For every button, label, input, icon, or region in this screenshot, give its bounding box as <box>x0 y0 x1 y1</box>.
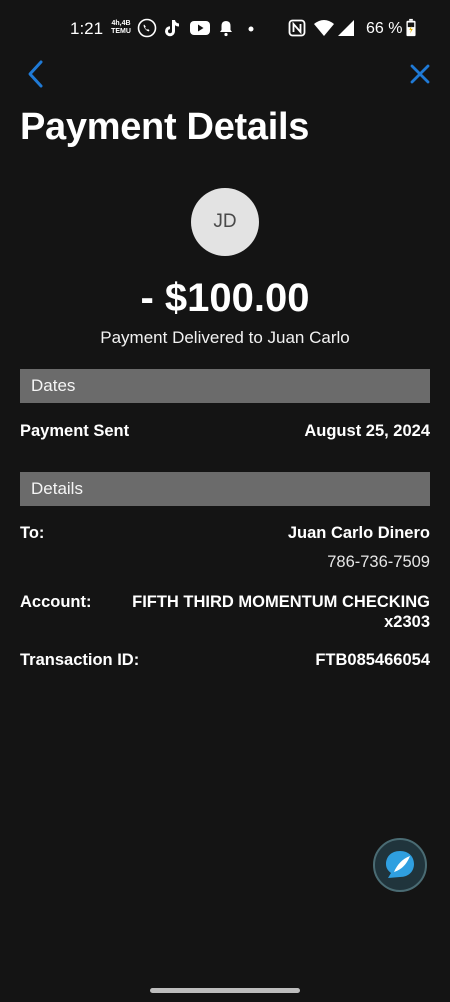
account-number: x2303 <box>384 613 430 631</box>
chat-button[interactable] <box>373 838 427 892</box>
signal-icon <box>338 20 354 36</box>
account-name: FIFTH THIRD MOMENTUM CHECKING <box>132 593 430 611</box>
temu-notification-icon: 4h,4B TEMU <box>111 20 131 35</box>
phone-icon <box>137 18 157 38</box>
battery-percent: 66 % <box>366 20 403 37</box>
bell-icon <box>220 21 232 37</box>
dates-section-header: Dates <box>20 369 430 403</box>
transaction-id-value: FTB085466054 <box>315 651 430 669</box>
payment-sent-label: Payment Sent <box>20 422 130 440</box>
transaction-id-label: Transaction ID: <box>20 651 140 669</box>
payment-amount: - $100.00 <box>140 276 310 320</box>
status-time: 1:21 <box>70 19 104 38</box>
youtube-icon <box>190 21 210 35</box>
status-bar: 1:21 4h,4B TEMU 66 % <box>0 0 450 58</box>
payment-status-text: Payment Delivered to Juan Carlo <box>100 328 350 347</box>
battery-icon <box>406 18 416 37</box>
home-indicator[interactable] <box>150 988 300 993</box>
close-icon[interactable] <box>406 60 434 88</box>
chevron-left-icon[interactable] <box>22 58 50 90</box>
payment-sent-value: August 25, 2024 <box>304 422 430 440</box>
details-section-header: Details <box>20 472 430 506</box>
recipient-phone: 786-736-7509 <box>327 553 430 571</box>
dot-icon <box>248 26 254 32</box>
chat-bubble-icon <box>386 851 414 878</box>
recipient-name: Juan Carlo Dinero <box>287 524 430 542</box>
wifi-icon <box>314 20 334 36</box>
nfc-icon <box>288 19 306 37</box>
tiktok-icon <box>165 20 179 37</box>
payment-details-screen: 1:21 4h,4B TEMU 66 % Payment Details JD … <box>0 0 450 1002</box>
avatar: JD <box>191 188 259 256</box>
account-label: Account: <box>20 593 92 611</box>
to-label: To: <box>20 524 45 542</box>
page-title: Payment Details <box>20 106 310 148</box>
